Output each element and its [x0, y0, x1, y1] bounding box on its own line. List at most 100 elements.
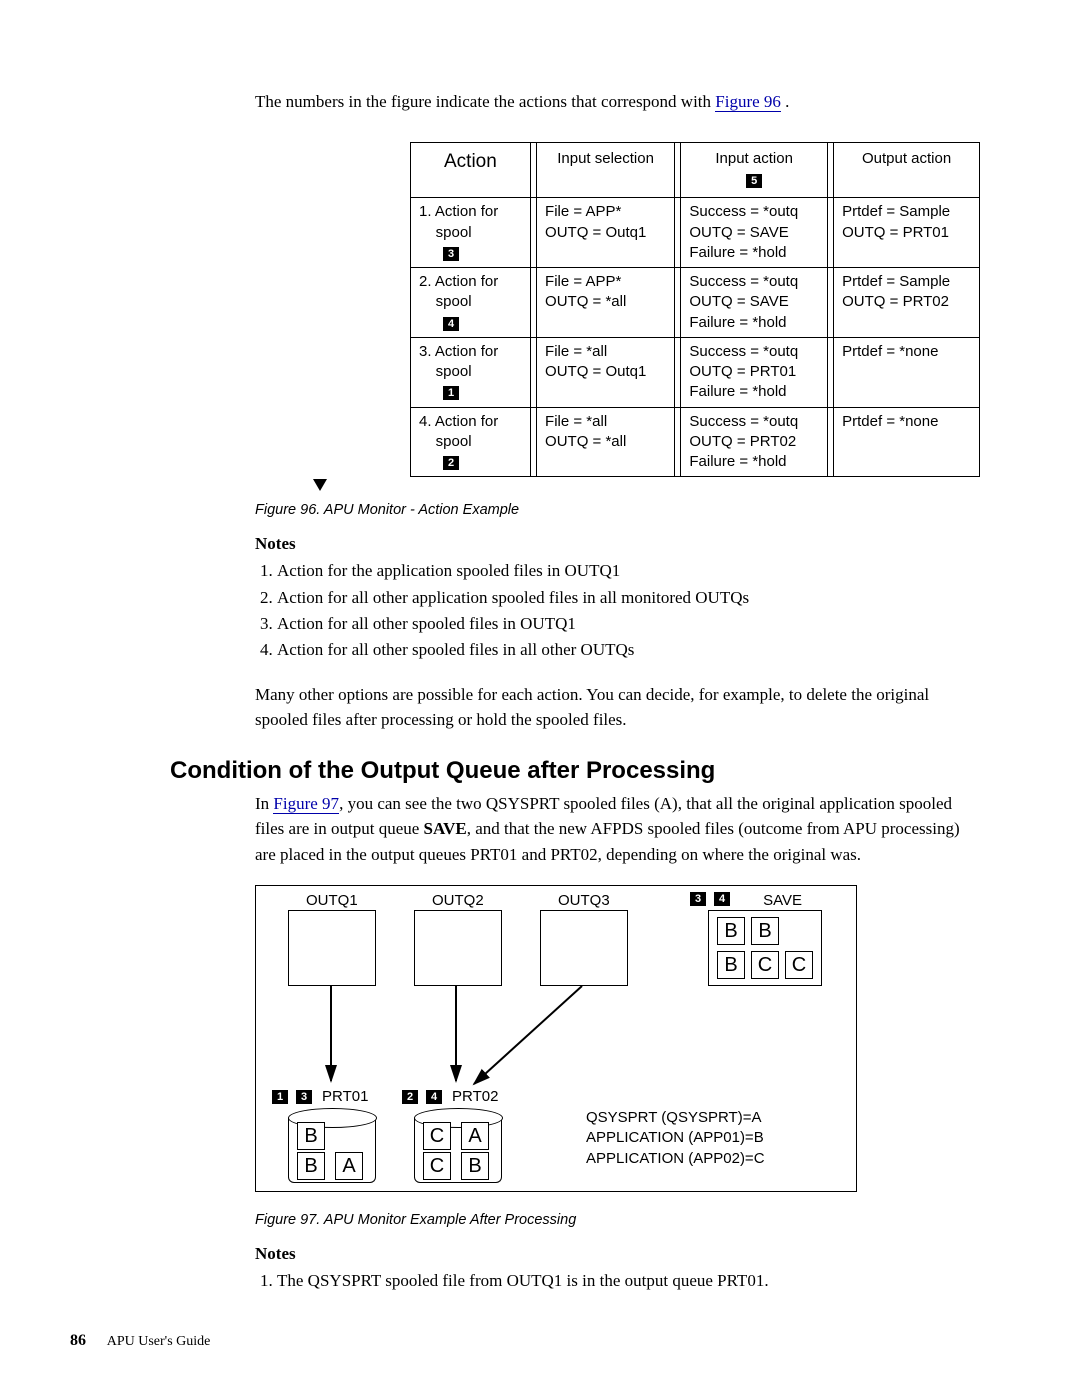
bold-text: SAVE — [424, 819, 467, 838]
cell-text: OUTQ = PRT01 — [689, 363, 796, 380]
row-num: 1. — [419, 203, 432, 220]
figure-96-table: Action Input selection Input action 5 Ou… — [410, 142, 980, 478]
cell-text: Prtdef = Sample — [842, 273, 950, 290]
row-label2: spool — [436, 224, 472, 241]
letter-box: B — [717, 917, 745, 945]
cell-text: File = *all — [545, 413, 607, 430]
figure-96-link[interactable]: Figure 96 — [715, 92, 781, 112]
letter-box: B — [461, 1152, 489, 1180]
prt01-badge-1: 1 — [272, 1090, 288, 1104]
fig96-followup-paragraph: Many other options are possible for each… — [255, 682, 980, 733]
cell-text: Success = *outq — [689, 273, 798, 290]
figure-96-table-wrap: Action Input selection Input action 5 Ou… — [255, 142, 980, 478]
letter-box: B — [297, 1152, 325, 1180]
cell-text: File = APP* — [545, 203, 621, 220]
notes-heading-2: Notes — [255, 1244, 980, 1264]
save-badge-1: 3 — [690, 892, 706, 906]
list-item: The QSYSPRT spooled file from OUTQ1 is i… — [277, 1268, 980, 1294]
outq1-label: OUTQ1 — [306, 892, 358, 909]
page-number: 86 — [70, 1332, 86, 1349]
cell-text: Failure = *hold — [689, 314, 786, 331]
outq2-label: OUTQ2 — [432, 892, 484, 909]
section-heading: Condition of the Output Queue after Proc… — [170, 757, 980, 785]
intro-text-suffix: . — [785, 92, 789, 111]
row-num: 2. — [419, 273, 432, 290]
row-label: Action for — [435, 343, 498, 360]
text: In — [255, 794, 273, 813]
page-footer: 86 APU User's Guide — [70, 1332, 210, 1350]
list-item: Action for all other spooled files in al… — [277, 637, 980, 663]
letter-box: A — [335, 1152, 363, 1180]
row-label2: spool — [436, 433, 472, 450]
outq3-box — [540, 910, 628, 986]
table-row: 4. Action for spool 2 File = *all OUTQ =… — [411, 407, 980, 477]
prt02-label: PRT02 — [452, 1088, 498, 1105]
cell-text: Failure = *hold — [689, 453, 786, 470]
intro-paragraph: The numbers in the figure indicate the a… — [255, 90, 980, 114]
cell-text: OUTQ = *all — [545, 293, 626, 310]
cell-text: OUTQ = SAVE — [689, 224, 788, 241]
cell-text: Prtdef = *none — [842, 343, 938, 360]
col-output-action-header: Output action — [834, 142, 980, 198]
legend: QSYSPRT (QSYSPRT)=A APPLICATION (APP01)=… — [586, 1108, 765, 1169]
figure-97-link[interactable]: Figure 97 — [273, 794, 339, 814]
cell-text: Prtdef = Sample — [842, 203, 950, 220]
cell-text: Failure = *hold — [689, 383, 786, 400]
list-item: Action for the application spooled files… — [277, 558, 980, 584]
prt01-label: PRT01 — [322, 1088, 368, 1105]
row-num: 3. — [419, 343, 432, 360]
figure-97-diagram: OUTQ1 OUTQ2 OUTQ3 3 4 SAVE B B B C C 1 3… — [255, 885, 857, 1192]
cell-text: Success = *outq — [689, 203, 798, 220]
row-label: Action for — [435, 413, 498, 430]
figure-97-caption: Figure 97. APU Monitor Example After Pro… — [255, 1212, 980, 1228]
row-label2: spool — [436, 363, 472, 380]
letter-box: C — [785, 951, 813, 979]
letter-box: B — [717, 951, 745, 979]
cell-text: OUTQ = Outq1 — [545, 224, 646, 241]
letter-box: B — [297, 1122, 325, 1150]
save-label: SAVE — [763, 892, 802, 909]
table-row: 1. Action for spool 3 File = APP* OUTQ =… — [411, 198, 980, 268]
cell-text: OUTQ = PRT02 — [689, 433, 796, 450]
arrow-down-icon — [313, 479, 327, 491]
row-label: Action for — [435, 273, 498, 290]
letter-box: C — [423, 1152, 451, 1180]
legend-line: APPLICATION (APP02)=C — [586, 1149, 765, 1169]
notes-list-2: The QSYSPRT spooled file from OUTQ1 is i… — [255, 1268, 980, 1294]
outq3-label: OUTQ3 — [558, 892, 610, 909]
intro-text-prefix: The numbers in the figure indicate the a… — [255, 92, 715, 111]
save-box: B B B C C — [708, 910, 822, 986]
row-badge: 4 — [443, 317, 459, 331]
cell-text: Success = *outq — [689, 413, 798, 430]
prt01-cylinder: B B A — [288, 1118, 376, 1183]
row-label: Action for — [435, 203, 498, 220]
prt02-badge-1: 2 — [402, 1090, 418, 1104]
list-item: Action for all other spooled files in OU… — [277, 611, 980, 637]
row-num: 4. — [419, 413, 432, 430]
outq1-box — [288, 910, 376, 986]
letter-box: C — [751, 951, 779, 979]
row-badge: 1 — [443, 386, 459, 400]
notes-list: Action for the application spooled files… — [255, 558, 980, 663]
prt01-badge-2: 3 — [296, 1090, 312, 1104]
cell-text: OUTQ = PRT02 — [842, 293, 949, 310]
footer-title: APU User's Guide — [107, 1334, 211, 1349]
cell-text: OUTQ = Outq1 — [545, 363, 646, 380]
cell-text: Success = *outq — [689, 343, 798, 360]
prt02-cylinder: C A C B — [414, 1118, 502, 1183]
cell-text: OUTQ = PRT01 — [842, 224, 949, 241]
list-item: Action for all other application spooled… — [277, 585, 980, 611]
cell-text: OUTQ = SAVE — [689, 293, 788, 310]
section2-paragraph: In Figure 97, you can see the two QSYSPR… — [255, 791, 980, 868]
letter-box: B — [751, 917, 779, 945]
cell-text: Failure = *hold — [689, 244, 786, 261]
table-row: 3. Action for spool 1 File = *all OUTQ =… — [411, 337, 980, 407]
legend-line: QSYSPRT (QSYSPRT)=A — [586, 1108, 765, 1128]
legend-line: APPLICATION (APP01)=B — [586, 1128, 765, 1148]
letter-box: C — [423, 1122, 451, 1150]
cell-text: File = *all — [545, 343, 607, 360]
cell-text: Prtdef = *none — [842, 413, 938, 430]
col-input-action-header: Input action — [689, 149, 819, 169]
input-action-badge: 5 — [746, 174, 762, 188]
col-input-selection-header: Input selection — [537, 142, 675, 198]
